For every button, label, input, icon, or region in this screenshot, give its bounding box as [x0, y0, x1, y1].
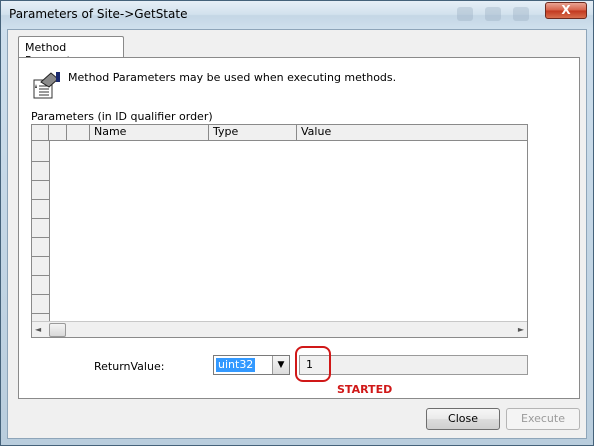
return-type-select[interactable]: uint32 ▼	[213, 355, 290, 375]
scroll-left-icon[interactable]: ◄	[35, 323, 45, 336]
parameters-grid[interactable]: Name Type Value ◄ ►	[31, 124, 528, 338]
scroll-thumb[interactable]	[49, 323, 66, 337]
blurred-background-icon	[513, 7, 529, 21]
row-divider	[32, 275, 49, 276]
dialog-window: Parameters of Site->GetState X Method Pa…	[0, 0, 594, 446]
column-header-flag[interactable]	[67, 125, 90, 140]
row-divider	[32, 256, 49, 257]
title-bar[interactable]: Parameters of Site->GetState X	[1, 1, 593, 29]
blurred-background-icon	[485, 7, 501, 21]
scroll-right-icon[interactable]: ►	[514, 323, 524, 336]
column-header-type[interactable]: Type	[209, 125, 297, 140]
parameters-label: Parameters (in ID qualifier order)	[31, 110, 213, 123]
return-type-value: uint32	[216, 358, 256, 372]
row-divider	[32, 180, 49, 181]
close-icon: X	[561, 3, 571, 17]
dialog-client-area: Method Parameters Method Parameters may …	[7, 29, 587, 439]
execute-button[interactable]: Execute	[506, 408, 580, 430]
method-parameters-icon	[33, 72, 60, 99]
window-close-button[interactable]: X	[545, 2, 587, 19]
row-header-column	[32, 141, 50, 323]
tab-panel: Method Parameters may be used when execu…	[18, 57, 580, 399]
close-button[interactable]: Close	[426, 408, 500, 430]
row-divider	[32, 294, 49, 295]
info-text: Method Parameters may be used when execu…	[68, 71, 397, 84]
row-divider	[32, 313, 49, 314]
row-divider	[32, 218, 49, 219]
column-header-name[interactable]: Name	[90, 125, 209, 140]
window-title: Parameters of Site->GetState	[9, 7, 188, 21]
status-annotation: STARTED	[337, 383, 393, 396]
column-header-select[interactable]	[32, 125, 49, 140]
blurred-background-icon	[457, 7, 473, 21]
grid-header: Name Type Value	[32, 125, 527, 141]
row-divider	[32, 237, 49, 238]
horizontal-scrollbar[interactable]: ◄ ►	[32, 321, 527, 337]
return-value-label: ReturnValue:	[94, 360, 165, 373]
annotation-circle	[295, 346, 331, 382]
row-divider	[32, 161, 49, 162]
chevron-down-icon[interactable]: ▼	[272, 356, 289, 374]
return-value-field: 1	[299, 355, 528, 375]
column-header-value[interactable]: Value	[297, 125, 527, 140]
tab-method-parameters[interactable]: Method Parameters	[18, 36, 124, 67]
column-header-flag[interactable]	[49, 125, 67, 140]
row-divider	[32, 199, 49, 200]
